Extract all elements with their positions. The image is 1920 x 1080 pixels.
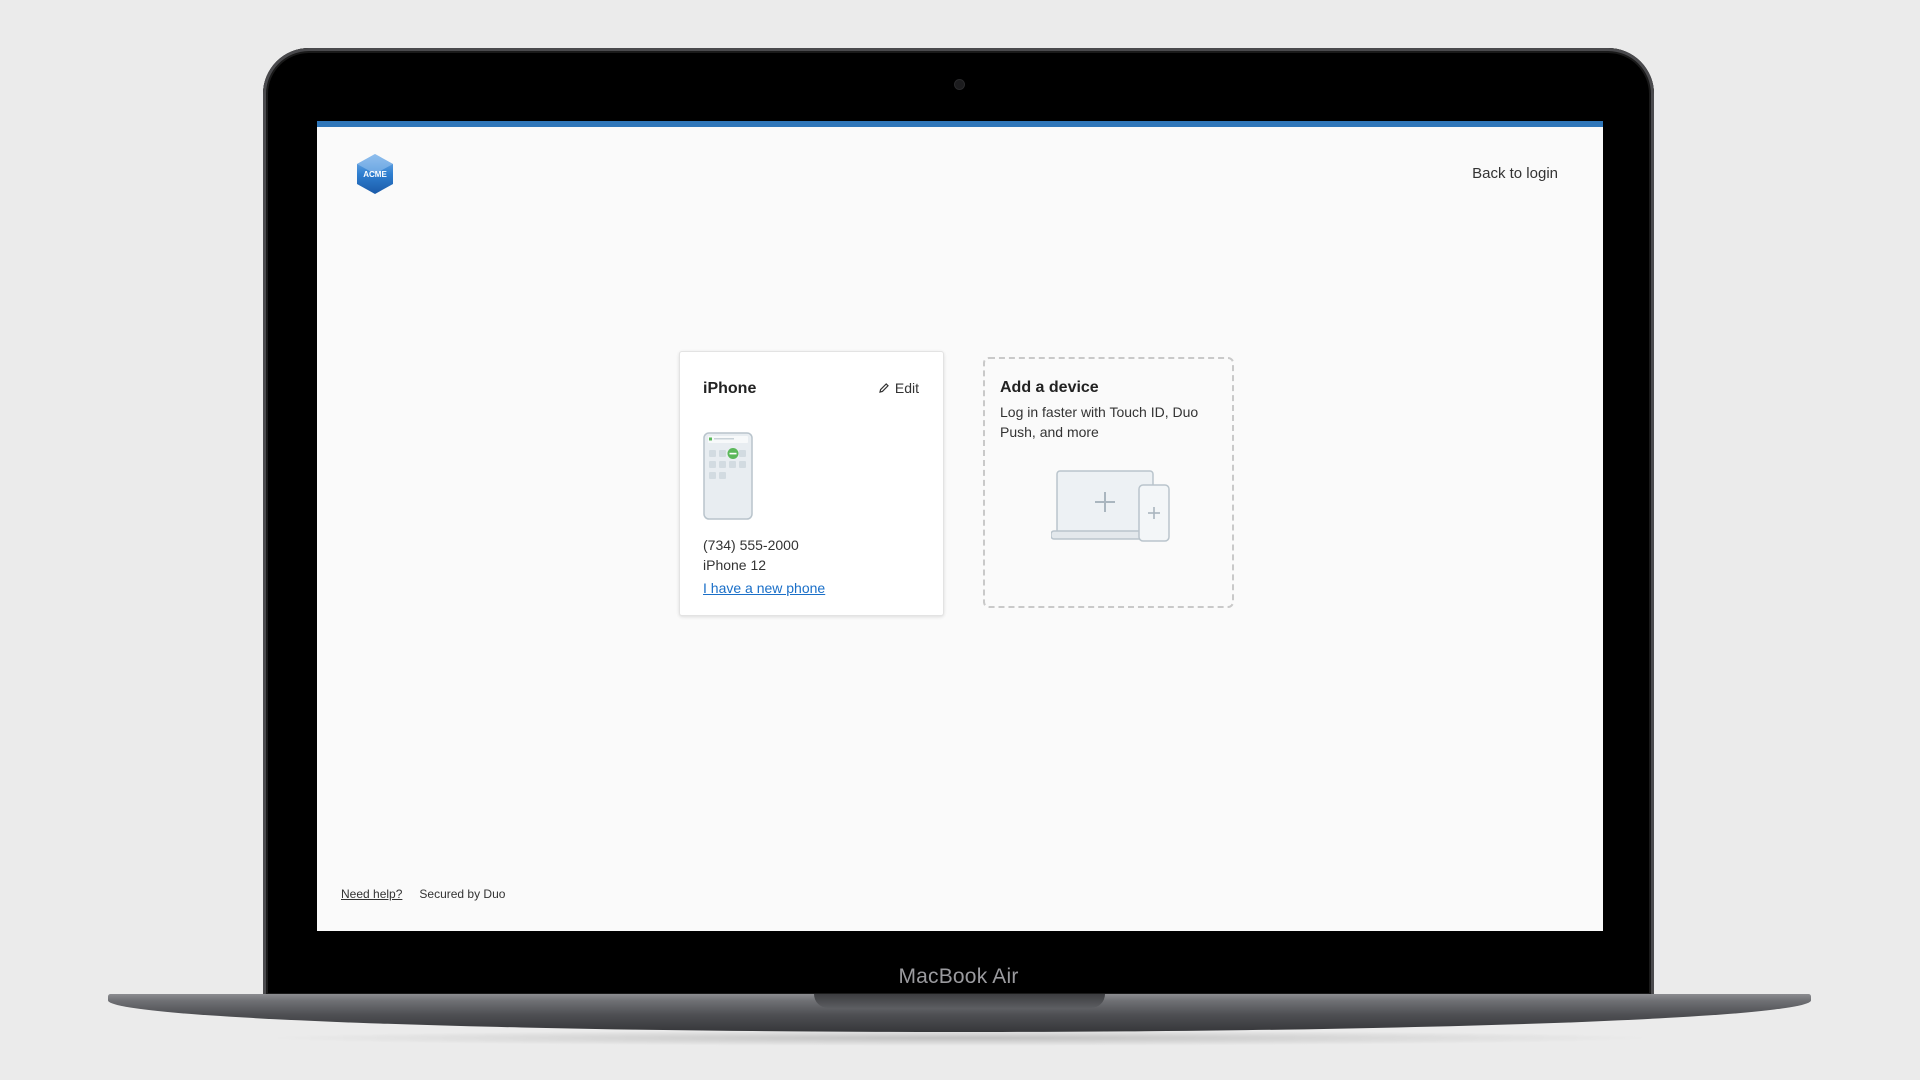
browser-screen: ACME Back to login iPhone Edit (734) 555… <box>317 121 1603 931</box>
pencil-icon <box>879 383 889 393</box>
laptop-model-label: MacBook Air <box>898 965 1019 988</box>
phone-illustration-icon <box>703 432 753 520</box>
device-model: iPhone 12 <box>703 557 767 573</box>
laptop-base-notch <box>814 994 1105 1008</box>
add-devices-illustration-icon <box>1051 470 1170 542</box>
edit-button[interactable]: Edit <box>878 380 919 396</box>
device-name: iPhone <box>703 380 757 397</box>
device-card-iphone: iPhone Edit (734) 555-2000 iPhone 12 I h… <box>679 351 944 616</box>
add-device-card[interactable]: Add a device Log in faster with Touch ID… <box>983 357 1234 608</box>
add-device-title: Add a device <box>1000 379 1099 396</box>
add-device-description: Log in faster with Touch ID, Duo Push, a… <box>1000 404 1199 440</box>
new-phone-link[interactable]: I have a new phone <box>703 580 825 596</box>
back-to-login-link[interactable]: Back to login <box>1472 165 1558 182</box>
laptop-shadow <box>260 1030 1660 1046</box>
secured-by-duo: Secured by Duo <box>419 887 506 901</box>
need-help-link[interactable]: Need help? <box>341 887 402 901</box>
acme-logo-icon: ACME <box>357 154 393 194</box>
device-phone-number: (734) 555-2000 <box>703 537 799 553</box>
camera-icon <box>955 80 964 89</box>
edit-label: Edit <box>894 380 919 396</box>
footer: Need help? Secured by Duo <box>341 887 505 901</box>
logo-text: ACME <box>363 170 387 179</box>
